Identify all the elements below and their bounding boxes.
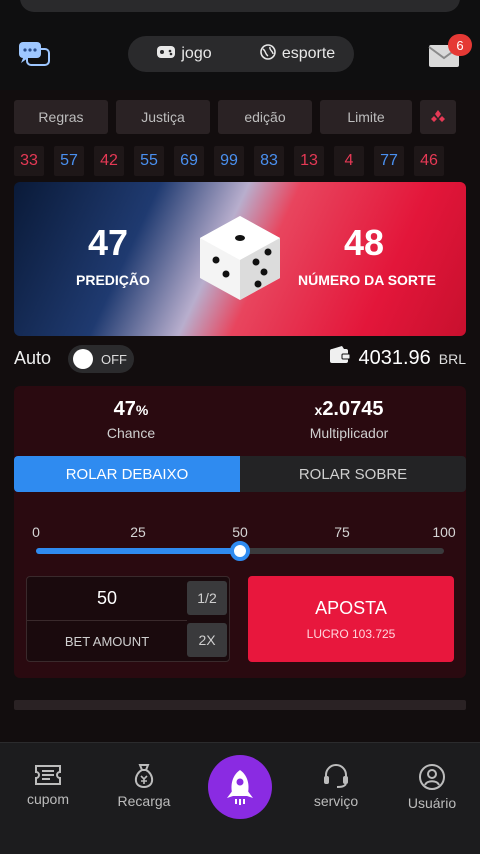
wallet-amount: 4031.96 [358,347,431,369]
cards-icon[interactable] [420,100,456,134]
slider-tick-label: 75 [334,524,350,540]
lucky-label: NÚMERO DA SORTE [298,272,436,288]
history-number: 46 [414,146,444,176]
nav-cupom[interactable]: cupom [8,763,88,807]
nav-usuario[interactable]: Usuário [392,763,472,811]
toggle-knob [73,349,93,369]
slider-thumb[interactable] [230,541,250,561]
history-number: 55 [134,146,164,176]
history-number: 99 [214,146,244,176]
stats: 47% Chance x2.0745 Multiplicador [14,398,466,448]
game-content: Regras Justiça edição Limite 33 57 42 55 69 9… [0,90,480,742]
mode-toggle: jogo esporte [128,36,354,72]
mult-label: Multiplicador [309,425,389,441]
history-number: 83 [254,146,284,176]
result-banner: 47 PREDIÇÃO 48 NÚMERO DA SORTE [14,182,466,336]
info-tabs: Regras Justiça edição Limite [14,100,456,134]
slider-fill [36,548,240,554]
tab-justica[interactable]: Justiça [116,100,210,134]
history-number: 77 [374,146,404,176]
chance-stat: 47% Chance [18,398,244,441]
history-number: 33 [14,146,44,176]
history-number: 42 [94,146,124,176]
top-status-strip [20,0,460,12]
nav-usuario-label: Usuário [407,795,457,811]
dice-icon [194,212,286,304]
app-frame: jogo esporte 6 Regras Justiça edição Lim… [0,0,480,854]
tab-edicao[interactable]: edição [218,100,312,134]
lucky-value: 48 [344,222,385,263]
history-number: 57 [54,146,84,176]
profit-label: LUCRO 103.725 [306,627,396,641]
prediction-value: 47 [88,222,129,263]
user-icon [419,764,445,790]
bet-amount-label: BET AMOUNT [27,620,187,662]
nav-recarga-label: Recarga [117,793,171,809]
bet-amount-box: 50 BET AMOUNT 1/2 2X [26,576,230,662]
globe-icon [260,43,276,65]
bet-button-label: APOSTA [315,598,387,618]
money-bag-icon [134,764,154,789]
double-bet-button[interactable]: 2X [187,623,227,657]
headset-icon [324,764,348,788]
history-number: 69 [174,146,204,176]
bottom-nav: cupom Recarga serviço Usuário [0,742,480,854]
wallet-currency: BRL [438,351,466,367]
bottom-divider [14,700,466,710]
wallet-icon [330,346,351,369]
slider-tick-label: 100 [432,524,456,540]
history-strip: 33 57 42 55 69 99 83 13 4 77 46 [14,146,466,176]
auto-label: Auto [14,348,52,368]
slider-tick-label: 25 [130,524,146,540]
wallet-balance: 4031.96 BRL [330,346,466,370]
roll-under-button[interactable]: ROLAR DEBAIXO [14,456,240,492]
mail-badge: 6 [448,34,472,56]
roll-direction-tabs: ROLAR DEBAIXO ROLAR SOBRE [14,456,466,492]
chat-icon[interactable] [18,40,50,70]
auto-toggle[interactable]: OFF [68,345,134,373]
mode-jogo-label: jogo [181,45,212,62]
roll-over-button[interactable]: ROLAR SOBRE [240,456,466,492]
mode-esporte[interactable]: esporte [241,36,354,72]
mode-jogo[interactable]: jogo [128,36,241,72]
coupon-icon [35,765,61,785]
mode-esporte-label: esporte [281,45,336,62]
nav-cupom-label: cupom [26,791,70,807]
tab-regras[interactable]: Regras [14,100,108,134]
prediction-label: PREDIÇÃO [76,272,150,288]
slider-tick-label: 0 [32,524,40,540]
bet-amount-input[interactable]: 50 [27,577,187,620]
bet-panel: 47% Chance x2.0745 Multiplicador ROLAR D… [14,386,466,678]
history-number: 4 [334,146,364,176]
nav-recarga[interactable]: Recarga [104,763,184,809]
rocket-icon[interactable] [208,755,272,819]
header: jogo esporte 6 [0,34,480,74]
chance-value: 47 [113,398,136,420]
auto-row: Auto OFF 4031.96 BRL [14,342,466,376]
slider-tick-label: 50 [232,524,248,540]
place-bet-button[interactable]: APOSTA LUCRO 103.725 [248,576,454,662]
nav-servico-label: serviço [313,793,359,809]
nav-servico[interactable]: serviço [296,763,376,809]
multiplier-stat: x2.0745 Multiplicador [236,398,462,441]
half-bet-button[interactable]: 1/2 [187,581,227,615]
chance-unit: % [135,402,149,418]
chance-slider[interactable]: 0 25 50 75 100 [32,524,456,564]
slider-ticks: 0 25 50 75 100 [32,524,456,542]
history-number: 13 [294,146,324,176]
auto-state: OFF [101,351,127,367]
tab-limite[interactable]: Limite [320,100,412,134]
gamepad-icon [157,45,176,64]
mult-value: 2.0745 [322,398,384,420]
chance-label: Chance [106,425,156,441]
